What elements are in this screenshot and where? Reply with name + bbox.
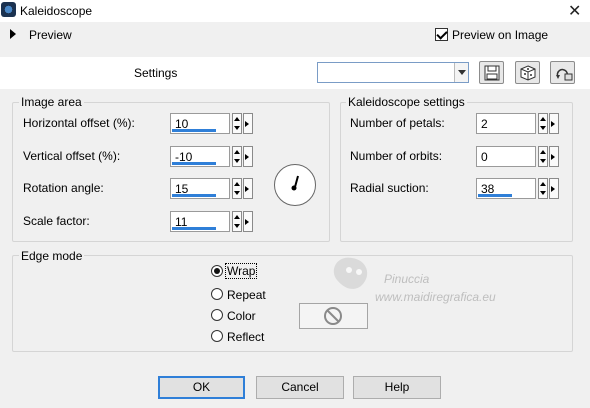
radial-suction-input[interactable]: 38 bbox=[476, 178, 536, 199]
rotation-angle-spinner[interactable] bbox=[232, 178, 242, 199]
vertical-offset-spinner[interactable] bbox=[232, 146, 242, 167]
value-slider-bar[interactable] bbox=[172, 129, 216, 132]
no-symbol-icon bbox=[324, 307, 342, 325]
edge-color-label[interactable]: Color bbox=[227, 309, 256, 323]
edge-wrap-radio[interactable] bbox=[211, 265, 223, 277]
ok-button[interactable]: OK bbox=[158, 376, 245, 399]
reset-icon bbox=[556, 68, 573, 81]
scale-factor-flyout[interactable] bbox=[243, 211, 253, 232]
radial-suction-flyout[interactable] bbox=[549, 178, 559, 199]
scale-factor-input[interactable]: 11 bbox=[170, 211, 230, 232]
rotation-angle-flyout[interactable] bbox=[243, 178, 253, 199]
edge-repeat-label[interactable]: Repeat bbox=[227, 288, 266, 302]
preview-on-image-label[interactable]: Preview on Image bbox=[452, 28, 548, 42]
number-of-petals-flyout[interactable] bbox=[549, 113, 559, 134]
vertical-offset-label: Vertical offset (%): bbox=[23, 149, 121, 163]
vertical-offset-input[interactable]: -10 bbox=[170, 146, 230, 167]
preview-on-image-checkbox[interactable] bbox=[435, 28, 448, 41]
preview-toggle-label[interactable]: Preview bbox=[29, 28, 72, 42]
number-of-orbits-input[interactable]: 0 bbox=[476, 146, 536, 167]
radial-suction-spinner[interactable] bbox=[538, 178, 548, 199]
help-button[interactable]: Help bbox=[353, 376, 441, 399]
rotation-dial[interactable] bbox=[274, 164, 316, 206]
chevron-down-icon[interactable] bbox=[454, 63, 468, 82]
app-icon bbox=[1, 2, 16, 17]
scale-factor-spinner[interactable] bbox=[232, 211, 242, 232]
rotation-angle-input[interactable]: 15 bbox=[170, 178, 230, 199]
horizontal-offset-spinner[interactable] bbox=[232, 113, 242, 134]
number-of-orbits-label: Number of orbits: bbox=[350, 149, 443, 163]
watermark-url: www.maidiregrafica.eu bbox=[375, 290, 496, 304]
cancel-button[interactable]: Cancel bbox=[256, 376, 344, 399]
horizontal-offset-label: Horizontal offset (%): bbox=[23, 116, 135, 130]
close-icon[interactable]: ✕ bbox=[568, 1, 581, 21]
horizontal-offset-flyout[interactable] bbox=[243, 113, 253, 134]
edge-reflect-label[interactable]: Reflect bbox=[227, 330, 264, 344]
number-of-petals-value: 2 bbox=[481, 117, 488, 131]
edge-mode-title: Edge mode bbox=[19, 249, 85, 263]
watermark-name: Pinuccia bbox=[384, 272, 430, 286]
number-of-petals-spinner[interactable] bbox=[538, 113, 548, 134]
edge-color-radio[interactable] bbox=[211, 309, 223, 321]
value-slider-bar[interactable] bbox=[478, 194, 512, 197]
dial-needle-icon bbox=[291, 175, 299, 191]
value-slider-bar[interactable] bbox=[172, 227, 216, 230]
horizontal-offset-input[interactable]: 10 bbox=[170, 113, 230, 134]
number-of-orbits-value: 0 bbox=[481, 150, 488, 164]
vertical-offset-flyout[interactable] bbox=[243, 146, 253, 167]
save-preset-button[interactable] bbox=[479, 61, 504, 84]
edge-color-swatch[interactable] bbox=[299, 303, 368, 329]
reset-button[interactable] bbox=[550, 61, 575, 84]
image-area-title: Image area bbox=[19, 95, 84, 109]
randomize-icon bbox=[520, 65, 536, 81]
expand-arrow-icon[interactable] bbox=[10, 29, 16, 39]
value-slider-bar[interactable] bbox=[172, 194, 216, 197]
save-icon bbox=[484, 65, 500, 81]
number-of-orbits-spinner[interactable] bbox=[538, 146, 548, 167]
settings-label: Settings bbox=[134, 66, 178, 80]
scale-factor-label: Scale factor: bbox=[23, 214, 90, 228]
kaleidoscope-settings-title: Kaleidoscope settings bbox=[346, 95, 467, 109]
edge-repeat-radio[interactable] bbox=[211, 288, 223, 300]
radial-suction-label: Radial suction: bbox=[350, 181, 429, 195]
number-of-petals-label: Number of petals: bbox=[350, 116, 445, 130]
rotation-angle-label: Rotation angle: bbox=[23, 181, 104, 195]
edge-reflect-radio[interactable] bbox=[211, 330, 223, 342]
number-of-orbits-flyout[interactable] bbox=[549, 146, 559, 167]
value-slider-bar[interactable] bbox=[172, 162, 216, 165]
preset-select[interactable] bbox=[317, 62, 469, 83]
window-title: Kaleidoscope bbox=[20, 4, 93, 18]
randomize-button[interactable] bbox=[515, 61, 540, 84]
edge-wrap-label[interactable]: Wrap bbox=[227, 264, 255, 278]
number-of-petals-input[interactable]: 2 bbox=[476, 113, 536, 134]
